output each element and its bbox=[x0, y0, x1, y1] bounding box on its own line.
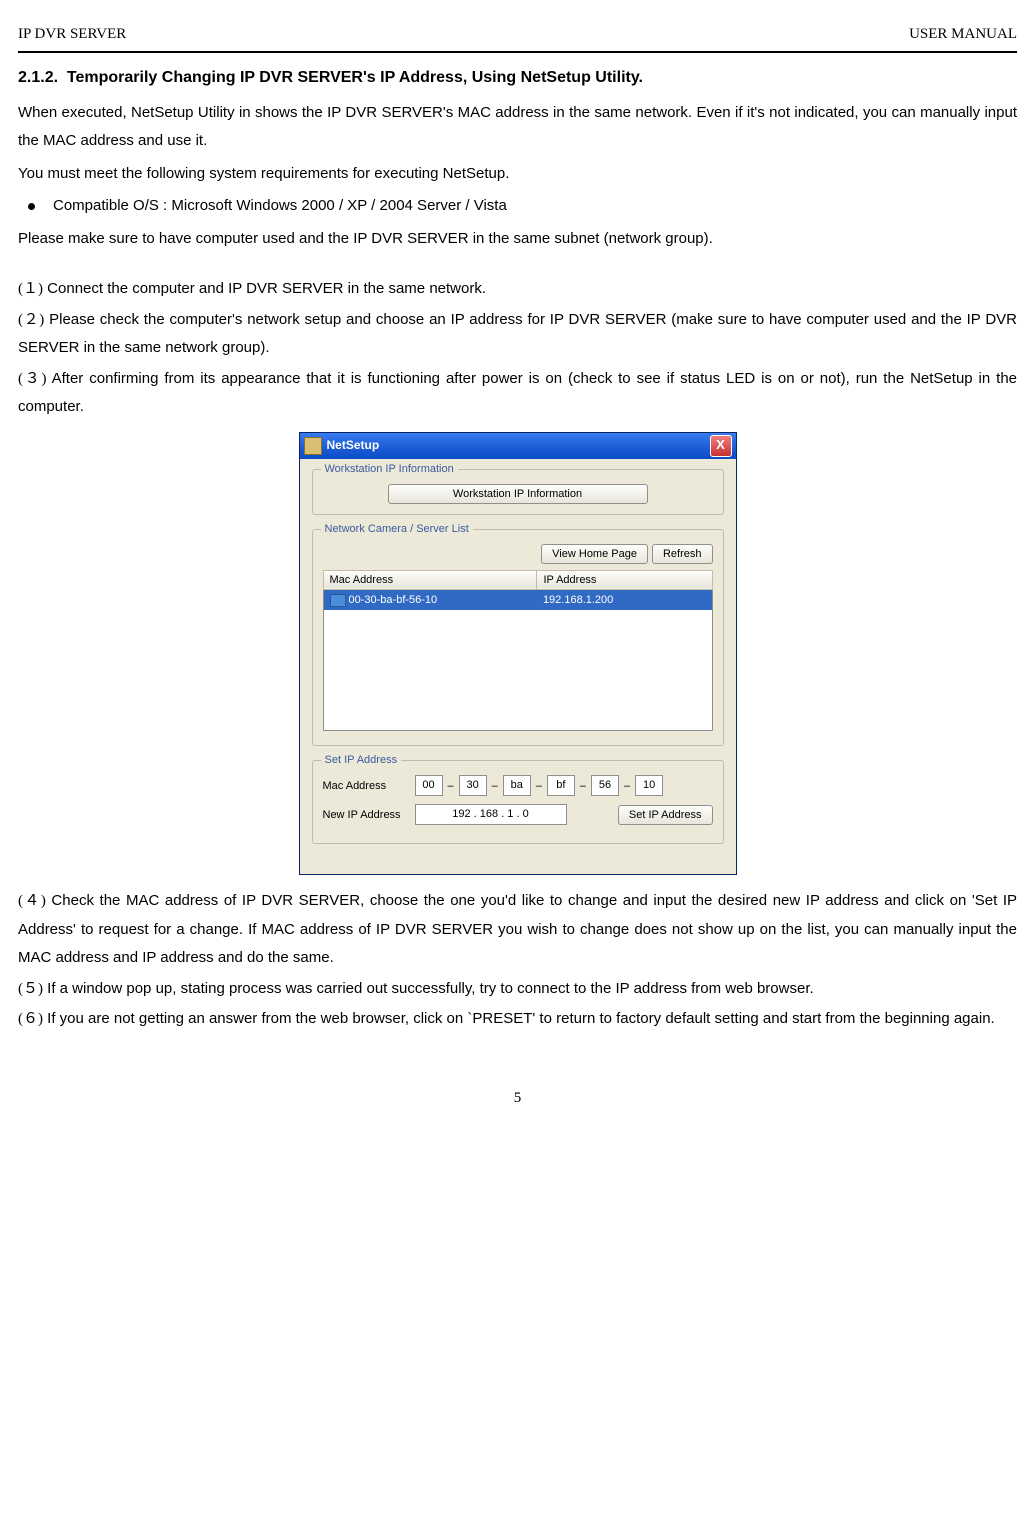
intro-p1: When executed, NetSetup Utility in shows… bbox=[18, 99, 1017, 156]
step-6: (６) If you are not getting an answer fro… bbox=[18, 1005, 1017, 1034]
mac-octet-3[interactable]: bf bbox=[547, 775, 575, 796]
intro-p3: Please make sure to have computer used a… bbox=[18, 225, 1017, 254]
workstation-info-button[interactable]: Workstation IP Information bbox=[388, 484, 648, 504]
mac-octet-5[interactable]: 10 bbox=[635, 775, 663, 796]
mac-octet-0[interactable]: 00 bbox=[415, 775, 443, 796]
mac-octet-2[interactable]: ba bbox=[503, 775, 531, 796]
netsetup-window: NetSetup X Workstation IP Information Wo… bbox=[299, 432, 737, 875]
table-row[interactable] bbox=[323, 690, 712, 710]
device-table[interactable]: Mac Address IP Address 00-30-ba-bf-56-10… bbox=[323, 570, 713, 731]
bullet-text: Compatible O/S : Microsoft Windows 2000 … bbox=[53, 192, 507, 221]
group-set-ip-title: Set IP Address bbox=[321, 753, 402, 767]
set-ip-button[interactable]: Set IP Address bbox=[618, 805, 713, 825]
table-row[interactable] bbox=[323, 650, 712, 670]
step-5: (５) If a window pop up, stating process … bbox=[18, 975, 1017, 1004]
section-title: 2.1.2. Temporarily Changing IP DVR SERVE… bbox=[18, 63, 1017, 93]
table-row[interactable] bbox=[323, 710, 712, 731]
ip-input[interactable]: 192 . 168 . 1 . 0 bbox=[415, 804, 567, 825]
mac-octet-4[interactable]: 56 bbox=[591, 775, 619, 796]
device-icon bbox=[330, 594, 346, 607]
page-number: 5 bbox=[18, 1084, 1017, 1113]
titlebar: NetSetup X bbox=[300, 433, 736, 459]
ip-label: New IP Address bbox=[323, 808, 411, 822]
group-workstation: Workstation IP Information Workstation I… bbox=[312, 469, 724, 515]
group-camera-list: Network Camera / Server List View Home P… bbox=[312, 529, 724, 746]
table-row[interactable]: 00-30-ba-bf-56-10 192.168.1.200 bbox=[323, 590, 712, 611]
table-row[interactable] bbox=[323, 610, 712, 630]
group-set-ip: Set IP Address Mac Address 00– 30– ba– b… bbox=[312, 760, 724, 844]
header-left: IP DVR SERVER bbox=[18, 20, 126, 49]
step-4: (４) Check the MAC address of IP DVR SERV… bbox=[18, 887, 1017, 973]
col-ip[interactable]: IP Address bbox=[537, 570, 712, 589]
step-1: (１) Connect the computer and IP DVR SERV… bbox=[18, 275, 1017, 304]
mac-label: Mac Address bbox=[323, 779, 411, 793]
view-home-page-button[interactable]: View Home Page bbox=[541, 544, 648, 564]
table-row[interactable] bbox=[323, 670, 712, 690]
col-mac[interactable]: Mac Address bbox=[323, 570, 537, 589]
step-3: (３) After confirming from its appearance… bbox=[18, 365, 1017, 422]
window-title: NetSetup bbox=[327, 438, 710, 454]
close-button[interactable]: X bbox=[710, 435, 732, 457]
mac-octet-1[interactable]: 30 bbox=[459, 775, 487, 796]
group-workstation-title: Workstation IP Information bbox=[321, 462, 458, 476]
group-camera-list-title: Network Camera / Server List bbox=[321, 522, 473, 536]
table-row[interactable] bbox=[323, 630, 712, 650]
step-2: (２) Please check the computer's network … bbox=[18, 306, 1017, 363]
header-right: USER MANUAL bbox=[909, 20, 1017, 49]
app-icon bbox=[304, 437, 322, 455]
bullet-icon bbox=[28, 203, 35, 210]
intro-p2: You must meet the following system requi… bbox=[18, 160, 1017, 189]
refresh-button[interactable]: Refresh bbox=[652, 544, 713, 564]
